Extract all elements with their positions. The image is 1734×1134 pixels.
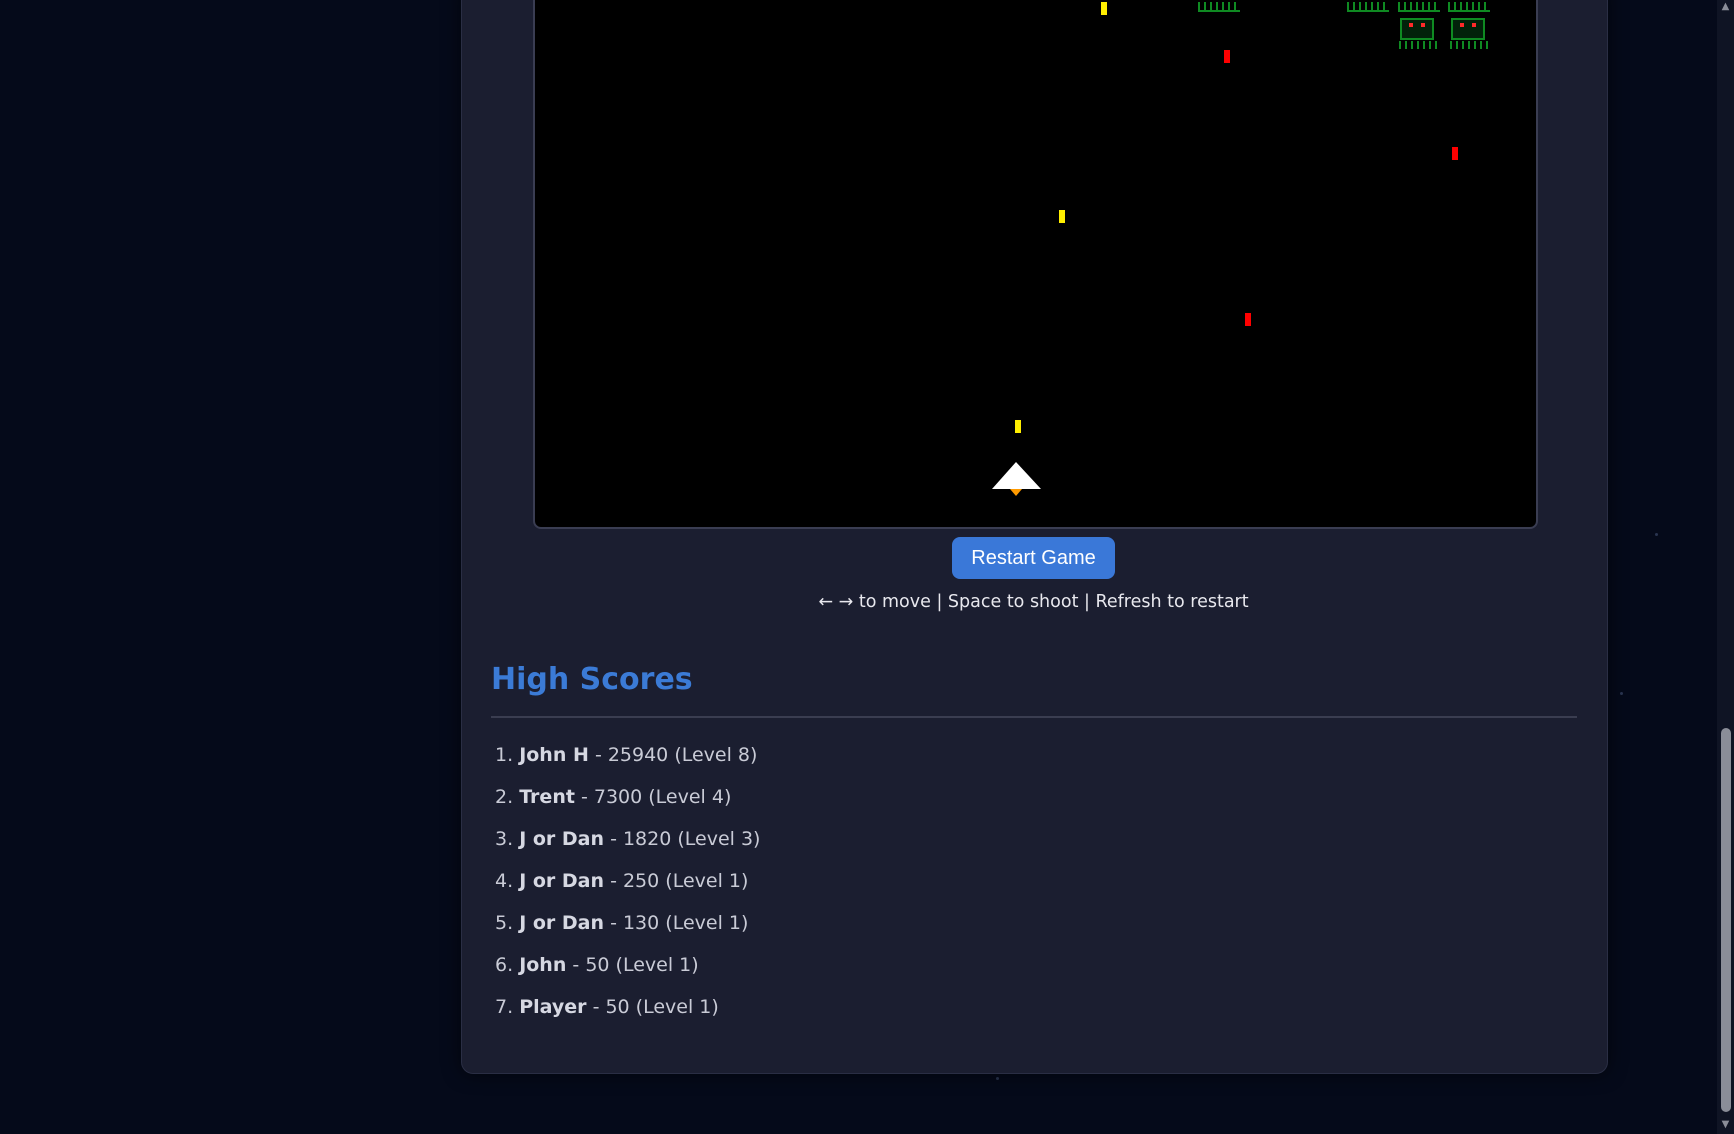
game-scene (992, 2, 1490, 496)
refresh-text: Refresh to restart (1095, 592, 1249, 612)
score-detail: - 7300 (Level 4) (580, 786, 732, 808)
scrollbar-thumb[interactable] (1721, 728, 1731, 1112)
score-detail: - 250 (Level 1) (610, 870, 749, 892)
score-player-name: J or Dan (519, 828, 605, 850)
alien-partial (1398, 2, 1440, 12)
alien-leg (1486, 41, 1488, 49)
high-score-entry: 3. J or Dan - 1820 (Level 3) (495, 824, 760, 866)
player-bullet (1101, 2, 1107, 15)
score-player-name: J or Dan (519, 912, 605, 934)
score-detail: - 130 (Level 1) (610, 912, 749, 934)
score-detail: - 50 (Level 1) (592, 996, 719, 1018)
alien (1399, 18, 1437, 49)
score-player-name: John H (519, 744, 589, 766)
alien-leg (1468, 41, 1470, 49)
alien-partial (1448, 2, 1490, 12)
scroll-up-icon[interactable]: ▲ (1720, 2, 1731, 12)
alien-body (1451, 18, 1485, 40)
score-rank: 3. (495, 828, 514, 850)
game-canvas[interactable] (533, 0, 1538, 529)
high-scores-title: High Scores (491, 662, 693, 697)
score-player-name: Player (519, 996, 587, 1018)
score-player-name: J or Dan (519, 870, 605, 892)
alien-leg (1429, 41, 1431, 49)
high-score-entry: 7. Player - 50 (Level 1) (495, 992, 760, 1034)
alien-leg (1480, 41, 1482, 49)
high-score-entry: 5. J or Dan - 130 (Level 1) (495, 908, 760, 950)
alien-leg (1456, 41, 1458, 49)
score-player-name: John (519, 954, 567, 976)
alien-leg (1435, 41, 1437, 49)
score-rank: 1. (495, 744, 514, 766)
alien-eye (1472, 23, 1476, 27)
alien (1450, 18, 1488, 49)
score-rank: 4. (495, 870, 514, 892)
score-rank: 5. (495, 912, 514, 934)
alien-body (1400, 18, 1434, 40)
restart-game-button[interactable]: Restart Game (952, 537, 1115, 579)
score-rank: 7. (495, 996, 514, 1018)
alien-base (1448, 10, 1490, 12)
alien-base (1347, 10, 1389, 12)
move-text: to move (858, 592, 931, 612)
score-player-name: Trent (519, 786, 575, 808)
player-ship-flame (1010, 489, 1022, 496)
alien-leg (1474, 41, 1476, 49)
high-score-entry: 6. John - 50 (Level 1) (495, 950, 760, 992)
alien-leg (1462, 41, 1464, 49)
high-score-entry: 4. J or Dan - 250 (Level 1) (495, 866, 760, 908)
background-star (996, 1077, 999, 1080)
separator: | (936, 592, 943, 612)
high-score-entry: 1. John H - 25940 (Level 8) (495, 740, 760, 782)
page: Restart Game ← → to move | Space to shoo… (0, 0, 1734, 1134)
alien-base (1198, 10, 1240, 12)
enemy-bullet (1452, 147, 1458, 160)
alien-leg (1411, 41, 1413, 49)
player-bullet (1015, 420, 1021, 433)
player-bullet (1059, 210, 1065, 223)
high-scores-divider (491, 716, 1577, 718)
alien-eye (1421, 23, 1425, 27)
enemy-bullet (1245, 313, 1251, 326)
alien-partial (1347, 2, 1389, 12)
alien-base (1398, 10, 1440, 12)
arrow-keys-text: ← → (818, 592, 854, 612)
shoot-text: Space to shoot (947, 592, 1079, 612)
background-star (1655, 533, 1658, 536)
high-scores-list: 1. John H - 25940 (Level 8) 2. Trent - 7… (495, 740, 760, 1034)
alien-leg (1417, 41, 1419, 49)
alien-leg (1399, 41, 1401, 49)
high-score-entry: 2. Trent - 7300 (Level 4) (495, 782, 760, 824)
scroll-down-icon[interactable]: ▼ (1720, 1120, 1731, 1130)
alien-leg (1405, 41, 1407, 49)
enemy-bullet (1224, 50, 1230, 63)
alien-eye (1409, 23, 1413, 27)
controls-instructions: ← → to move | Space to shoot | Refresh t… (461, 592, 1606, 612)
background-star (1620, 692, 1623, 695)
score-detail: - 50 (Level 1) (572, 954, 699, 976)
alien-leg (1423, 41, 1425, 49)
alien-eye (1460, 23, 1464, 27)
score-rank: 2. (495, 786, 514, 808)
player-ship (992, 462, 1041, 489)
score-rank: 6. (495, 954, 514, 976)
score-detail: - 25940 (Level 8) (594, 744, 758, 766)
vertical-scrollbar[interactable]: ▲ ▼ (1717, 0, 1734, 1134)
alien-partial (1198, 2, 1240, 12)
separator: | (1084, 592, 1090, 612)
alien-leg (1450, 41, 1452, 49)
score-detail: - 1820 (Level 3) (610, 828, 761, 850)
